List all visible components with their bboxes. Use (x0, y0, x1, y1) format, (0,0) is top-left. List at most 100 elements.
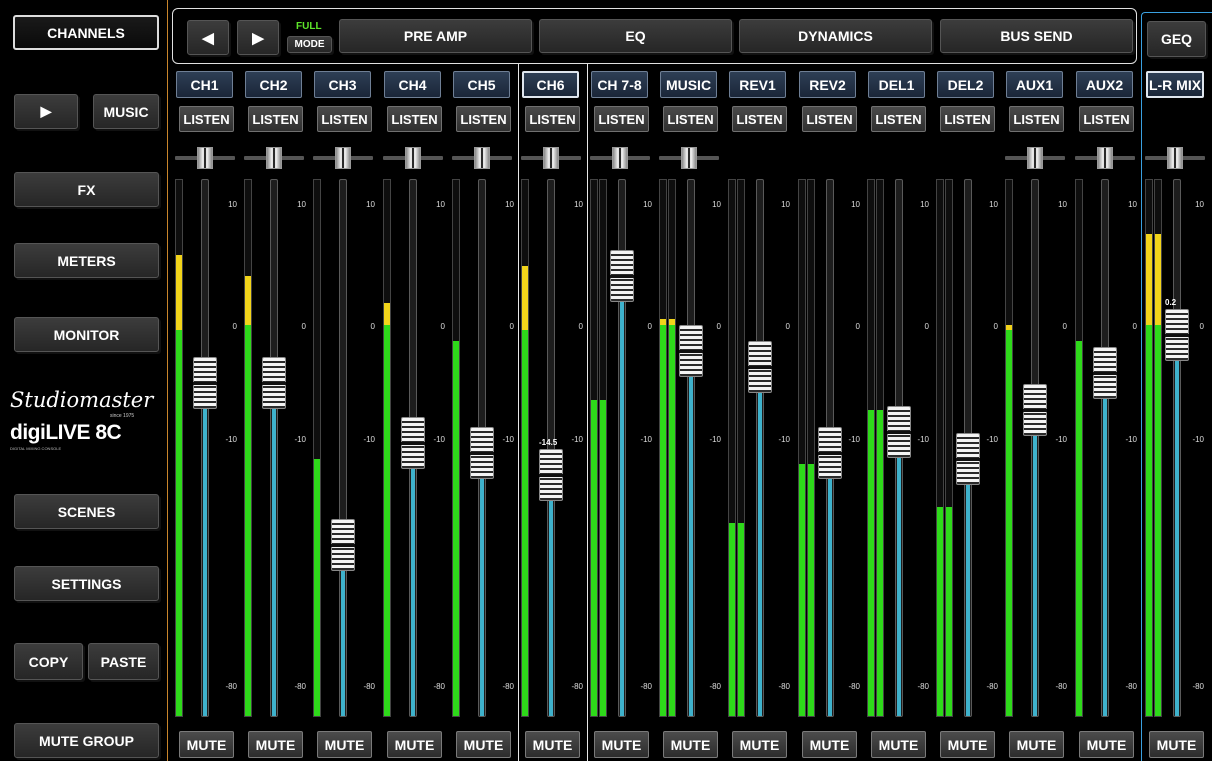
listen-button-rev2[interactable]: LISTEN (802, 106, 857, 132)
fader-knob-ch2[interactable] (262, 357, 286, 410)
mute-button-ch5[interactable]: MUTE (456, 731, 511, 758)
channel-name-del2[interactable]: DEL2 (937, 71, 994, 98)
fader-knob-ch6[interactable] (539, 448, 563, 501)
listen-button-ch5[interactable]: LISTEN (456, 106, 511, 132)
paste-button[interactable]: PASTE (88, 643, 159, 680)
fx-button[interactable]: FX (14, 172, 159, 207)
listen-button-ch4[interactable]: LISTEN (387, 106, 442, 132)
fader-knob-ch1[interactable] (193, 357, 217, 410)
pan-knob-ch2[interactable] (266, 147, 282, 169)
pan-knob-ch3[interactable] (335, 147, 351, 169)
pan-knob-aux2[interactable] (1097, 147, 1113, 169)
fader-knob-aux2[interactable] (1093, 346, 1117, 399)
fader-fill (966, 458, 970, 716)
listen-button-rev1[interactable]: LISTEN (732, 106, 787, 132)
channel-name-music[interactable]: MUSIC (660, 71, 717, 98)
pan-knob-ch1[interactable] (197, 147, 213, 169)
monitor-button[interactable]: MONITOR (14, 317, 159, 352)
mute-button-ch6[interactable]: MUTE (525, 731, 580, 758)
fader-knob-del1[interactable] (887, 405, 911, 458)
channel-name-rev2[interactable]: REV2 (799, 71, 856, 98)
fader-knob-l-r-mix[interactable] (1165, 309, 1189, 362)
channel-name-ch3[interactable]: CH3 (314, 71, 371, 98)
fader-fill (272, 383, 276, 716)
listen-button-aux2[interactable]: LISTEN (1079, 106, 1134, 132)
listen-button-del2[interactable]: LISTEN (940, 106, 995, 132)
fader-knob-rev1[interactable] (748, 341, 772, 394)
fader-knob-ch5[interactable] (470, 427, 494, 480)
listen-button-ch-7-8[interactable]: LISTEN (594, 106, 649, 132)
settings-button[interactable]: SETTINGS (14, 566, 159, 601)
fader-knob-music[interactable] (679, 325, 703, 378)
mute-button-rev1[interactable]: MUTE (732, 731, 787, 758)
pan-knob-l-r-mix[interactable] (1167, 147, 1183, 169)
music-button[interactable]: MUSIC (93, 94, 159, 129)
fader-knob-ch-7-8[interactable] (610, 249, 634, 302)
pan-knob-ch5[interactable] (474, 147, 490, 169)
fader-track-ch2[interactable] (270, 179, 278, 717)
meters-button[interactable]: METERS (14, 243, 159, 278)
pan-knob-ch6[interactable] (543, 147, 559, 169)
mute-button-ch4[interactable]: MUTE (387, 731, 442, 758)
channels-button[interactable]: CHANNELS (13, 15, 159, 50)
fader-knob-ch4[interactable] (401, 416, 425, 469)
fader-track-music[interactable] (687, 179, 695, 717)
channel-name-aux1[interactable]: AUX1 (1006, 71, 1063, 98)
meter-peak (522, 265, 528, 331)
geq-button[interactable]: GEQ (1147, 21, 1206, 57)
prev-channel-button[interactable]: ◀ (187, 20, 229, 55)
play-button[interactable]: ▶ (14, 94, 78, 129)
pan-knob-aux1[interactable] (1027, 147, 1043, 169)
channel-name-ch6[interactable]: CH6 (522, 71, 579, 98)
tab-bus-send[interactable]: BUS SEND (940, 19, 1133, 53)
mute-button-ch1[interactable]: MUTE (179, 731, 234, 758)
fader-knob-del2[interactable] (956, 432, 980, 485)
pan-knob-music[interactable] (681, 147, 697, 169)
channel-name-ch2[interactable]: CH2 (245, 71, 302, 98)
channel-name-rev1[interactable]: REV1 (729, 71, 786, 98)
mute-button-ch-7-8[interactable]: MUTE (594, 731, 649, 758)
channel-name-aux2[interactable]: AUX2 (1076, 71, 1133, 98)
tab-dynamics[interactable]: DYNAMICS (739, 19, 932, 53)
mute-button-aux2[interactable]: MUTE (1079, 731, 1134, 758)
mute-button-ch3[interactable]: MUTE (317, 731, 372, 758)
fader-track-l-r-mix[interactable] (1173, 179, 1181, 717)
mute-button-del2[interactable]: MUTE (940, 731, 995, 758)
fader-track-ch3[interactable] (339, 179, 347, 717)
mute-button-music[interactable]: MUTE (663, 731, 718, 758)
pan-knob-ch4[interactable] (405, 147, 421, 169)
listen-button-music[interactable]: LISTEN (663, 106, 718, 132)
listen-button-ch6[interactable]: LISTEN (525, 106, 580, 132)
channel-name-del1[interactable]: DEL1 (868, 71, 925, 98)
channel-name-ch-7-8[interactable]: CH 7-8 (591, 71, 648, 98)
fader-track-aux2[interactable] (1101, 179, 1109, 717)
listen-button-aux1[interactable]: LISTEN (1009, 106, 1064, 132)
listen-button-ch3[interactable]: LISTEN (317, 106, 372, 132)
next-channel-button[interactable]: ▶ (237, 20, 279, 55)
mute-button-ch2[interactable]: MUTE (248, 731, 303, 758)
channel-name-ch1[interactable]: CH1 (176, 71, 233, 98)
fader-knob-aux1[interactable] (1023, 384, 1047, 437)
fader-knob-ch3[interactable] (331, 518, 355, 571)
mute-group-button[interactable]: MUTE GROUP (14, 723, 159, 758)
fader-track-ch1[interactable] (201, 179, 209, 717)
listen-button-ch1[interactable]: LISTEN (179, 106, 234, 132)
channel-name-l-r-mix[interactable]: L-R MIX (1146, 71, 1204, 98)
copy-button[interactable]: COPY (14, 643, 83, 680)
listen-button-ch2[interactable]: LISTEN (248, 106, 303, 132)
fader-knob-rev2[interactable] (818, 427, 842, 480)
mute-button-aux1[interactable]: MUTE (1009, 731, 1064, 758)
fader-track-aux1[interactable] (1031, 179, 1039, 717)
mode-button[interactable]: MODE (287, 36, 332, 53)
listen-button-del1[interactable]: LISTEN (871, 106, 926, 132)
mute-button-l-r-mix[interactable]: MUTE (1149, 731, 1204, 758)
fader-track-rev1[interactable] (756, 179, 764, 717)
tab-eq[interactable]: EQ (539, 19, 732, 53)
mute-button-del1[interactable]: MUTE (871, 731, 926, 758)
pan-knob-ch-7-8[interactable] (612, 147, 628, 169)
channel-name-ch5[interactable]: CH5 (453, 71, 510, 98)
scenes-button[interactable]: SCENES (14, 494, 159, 529)
mute-button-rev2[interactable]: MUTE (802, 731, 857, 758)
channel-name-ch4[interactable]: CH4 (384, 71, 441, 98)
tab-pre-amp[interactable]: PRE AMP (339, 19, 532, 53)
